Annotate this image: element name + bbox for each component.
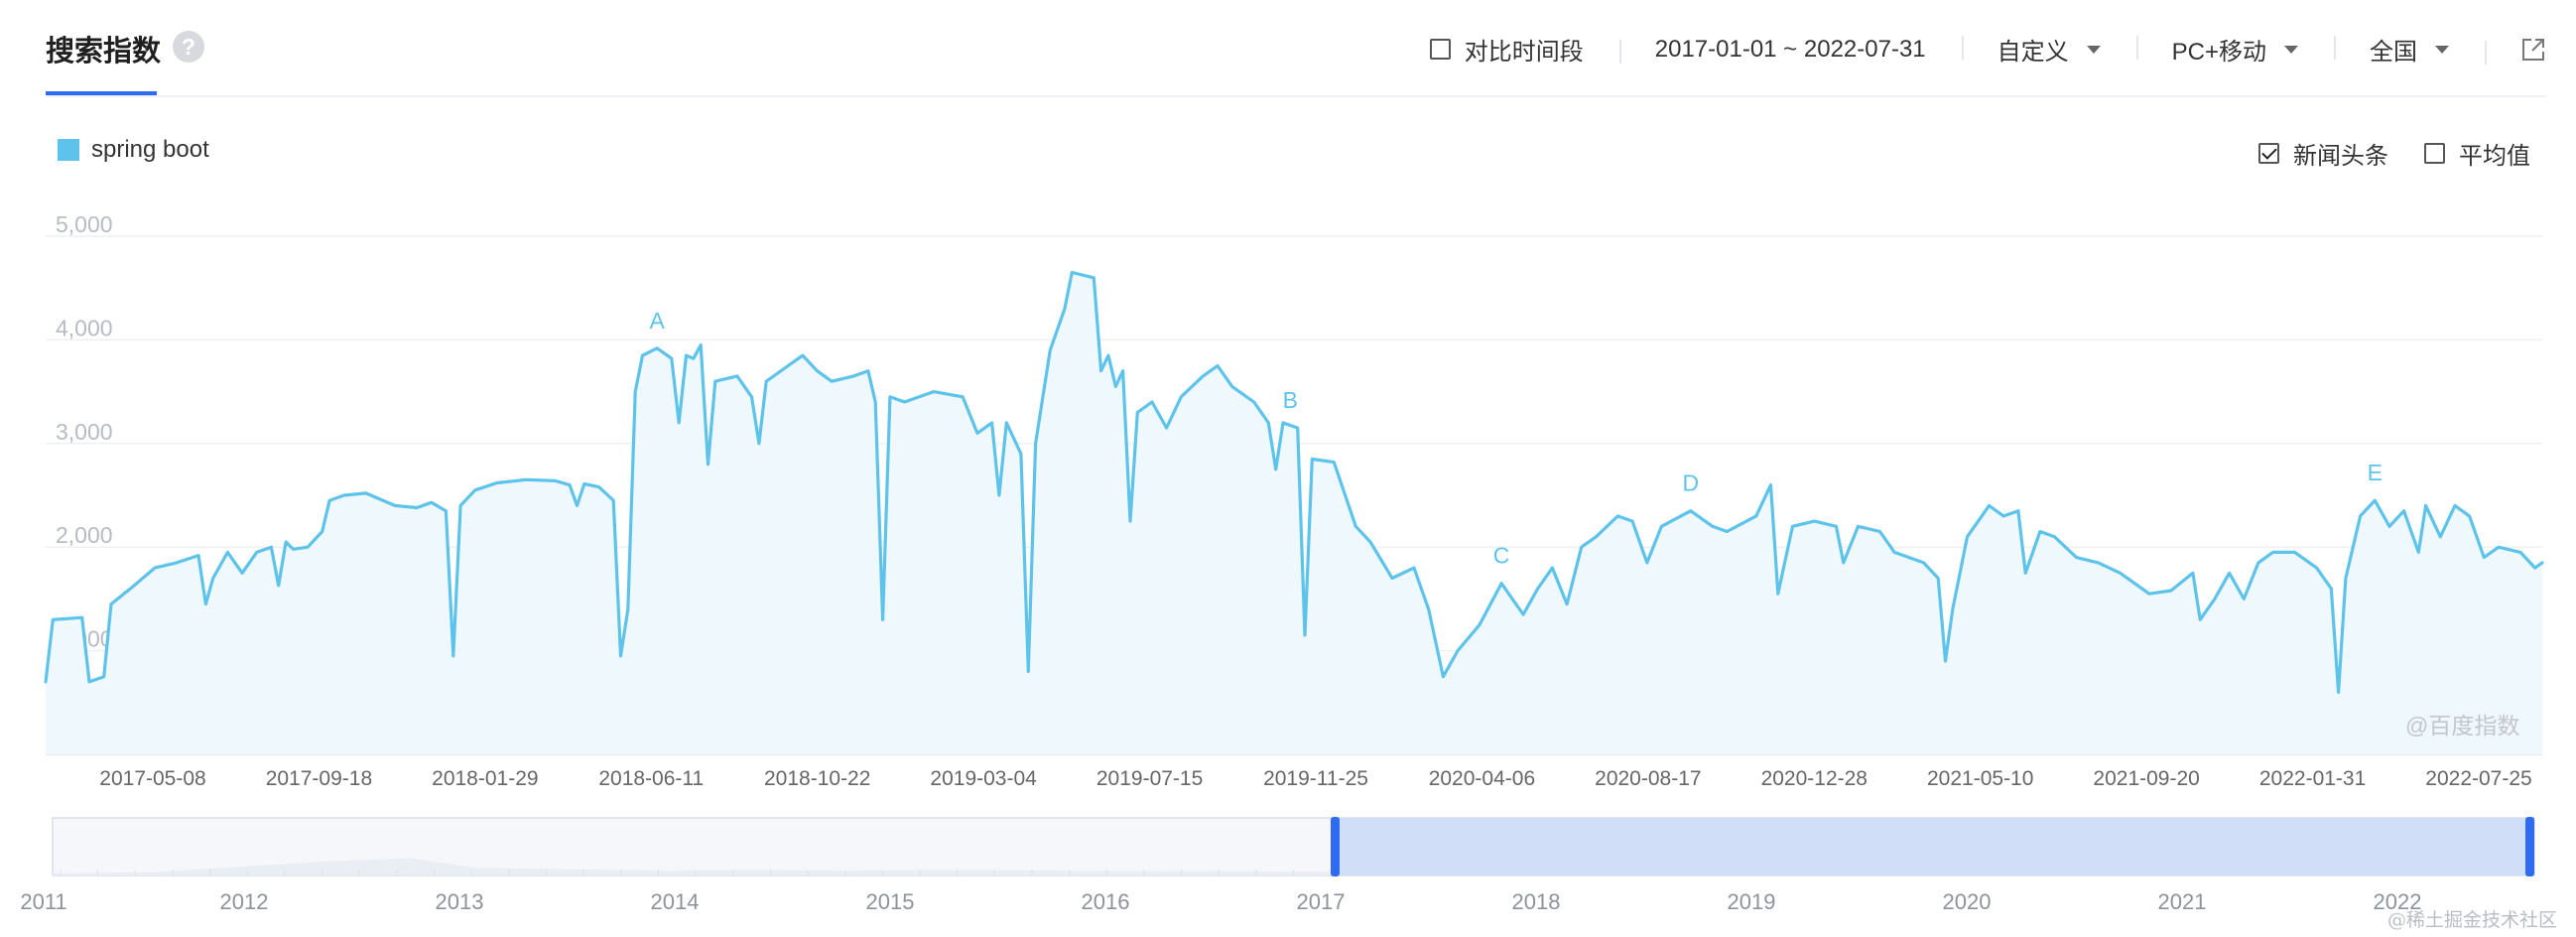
x-tick-label: 2019-07-15: [1096, 767, 1203, 790]
navigator-year-label: 2015: [866, 889, 915, 914]
annotation-marker-b: B: [1283, 387, 1298, 413]
navigator-year-label: 2019: [1728, 889, 1776, 914]
x-tick-label: 2017-05-08: [99, 767, 205, 790]
y-tick-label: 2,000: [56, 522, 113, 548]
x-tick-label: 2018-06-11: [598, 767, 704, 790]
y-tick-label: 4,000: [56, 315, 113, 340]
x-tick-label: 2021-05-10: [1927, 767, 2033, 790]
x-tick-label: 2018-10-22: [764, 767, 870, 790]
y-tick-label: 5,000: [56, 211, 113, 237]
navigator-year-label: 2020: [1943, 889, 1992, 914]
annotation-marker-e: E: [2368, 460, 2383, 485]
y-tick-label: 3,000: [56, 419, 113, 445]
x-tick-label: 2020-08-17: [1595, 767, 1701, 790]
navigator-year-label: 2021: [2158, 889, 2207, 914]
x-tick-label: 2019-03-04: [930, 767, 1037, 790]
x-tick-label: 2022-07-25: [2425, 767, 2531, 790]
watermark: @百度指数: [2405, 713, 2520, 738]
corner-watermark: @稀土掘金技术社区: [2387, 909, 2558, 931]
navigator-year-label: 2011: [20, 889, 66, 914]
navigator-year-label: 2014: [651, 889, 700, 914]
navigator-year-label: 2013: [436, 889, 484, 914]
annotation-marker-a: A: [649, 308, 665, 334]
x-tick-label: 2018-01-29: [432, 767, 538, 790]
navigator-year-label: 2017: [1297, 889, 1346, 914]
navigator-year-label: 2018: [1512, 889, 1561, 914]
x-tick-label: 2020-04-06: [1429, 767, 1535, 790]
x-tick-label: 2020-12-28: [1761, 767, 1868, 790]
navigator-selection: [1335, 818, 2530, 875]
x-tick-label: 2021-09-20: [2093, 767, 2199, 790]
series-area: [46, 272, 2542, 754]
annotation-marker-d: D: [1682, 470, 1699, 496]
navigator-year-label: 2016: [1082, 889, 1130, 914]
search-index-chart[interactable]: 1,0002,0003,0004,0005,000ABCDE2017-05-08…: [0, 0, 2576, 937]
x-tick-label: 2019-11-25: [1263, 767, 1368, 790]
x-tick-label: 2017-09-18: [266, 767, 372, 790]
navigator-handle-left[interactable]: [1331, 817, 1340, 876]
navigator-handle-right[interactable]: [2525, 817, 2534, 876]
navigator-year-label: 2012: [220, 889, 269, 914]
x-tick-label: 2022-01-31: [2259, 767, 2366, 790]
annotation-marker-c: C: [1493, 543, 1510, 569]
